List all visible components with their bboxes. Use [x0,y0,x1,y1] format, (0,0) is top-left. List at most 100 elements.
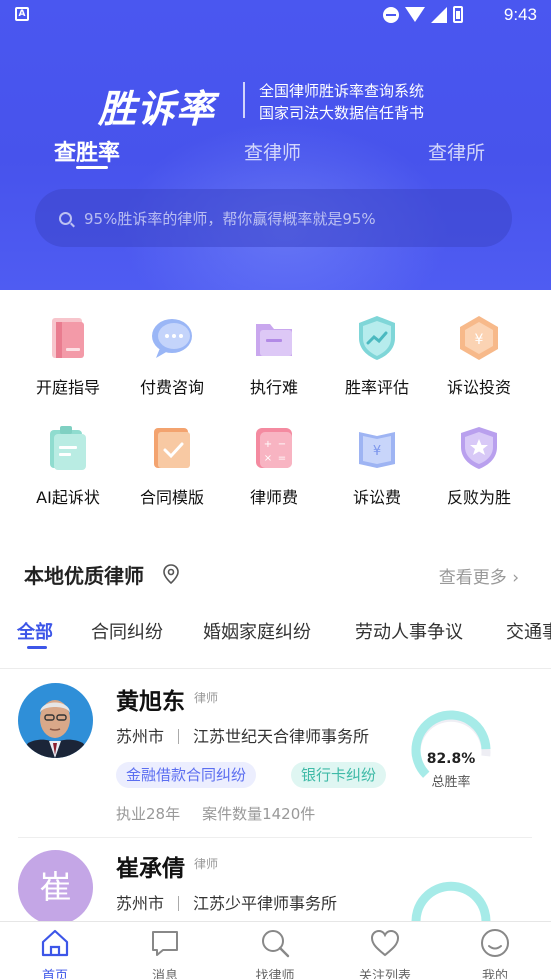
lawyer-years: 执业28年 [116,805,181,823]
bottom-navigation: 首页 消息 找律师 关注列表 我的 [0,921,551,979]
feature-label: 合同模版 [139,488,204,507]
location-icon[interactable] [162,564,180,585]
document-book-icon [42,312,94,364]
brand-tagline: 全国律师胜诉率查询系统 国家司法大数据信任背书 [259,80,424,124]
profile-icon [479,927,511,959]
feature-litigation-invest[interactable]: ¥ 诉讼投资 [424,312,534,398]
active-tab-indicator [76,166,108,169]
win-rate-caption: 总胜率 [431,775,471,790]
lawyer-firm: 江苏少平律师事务所 [193,894,338,913]
feature-litigation-fee[interactable]: ¥ 诉讼费 [322,422,432,508]
win-rate-gauge: 82.8% 总胜率 [406,705,496,795]
nav-label: 关注列表 [358,969,411,979]
tagline-line-1: 全国律师胜诉率查询系统 [259,82,425,100]
tab-win-rate[interactable]: 查胜率 [54,135,120,167]
category-contract[interactable]: 合同纠纷 [91,618,163,644]
svg-text:¥: ¥ [475,332,484,348]
battery-icon [453,6,463,23]
feature-label: 执行难 [249,378,298,397]
svg-text:×: × [264,453,272,464]
separator [178,896,180,911]
cell-signal-icon [431,6,447,23]
svg-text:¥: ¥ [373,444,381,459]
search-placeholder: 95%胜诉率的律师，帮你赢得概率就是95% [84,209,376,228]
hero-header: A 9:43 胜诉率 全国律师胜诉率查询系统 国家司法大数据信任背书 查胜率 查… [0,0,551,290]
category-labor[interactable]: 劳动人事争议 [355,618,463,644]
chevron-right-icon: › [506,568,519,588]
svg-text:=: = [278,453,286,464]
search-input[interactable]: 95%胜诉率的律师，帮你赢得概率就是95% [35,189,512,247]
lawyer-role: 律师 [194,857,219,871]
view-more-link[interactable]: 查看更多 › [439,563,519,588]
nav-profile[interactable]: 我的 [440,922,550,979]
brand-logo: 胜诉率 [98,87,216,131]
lawyer-name: 黄旭东 [116,689,185,715]
heart-icon [369,927,401,959]
gauge-track [411,881,491,926]
lawyer-firm: 江苏世纪天合律师事务所 [193,727,370,746]
calculator-icon: + − × = [248,422,300,474]
category-tabs: 全部 合同纠纷 婚姻家庭纠纷 劳动人事争议 交通事 [0,618,551,648]
lawyer-city: 苏州市 [116,894,165,913]
search-icon [59,211,72,225]
nav-follow-list[interactable]: 关注列表 [330,922,440,979]
svg-text:−: − [278,439,286,450]
do-not-disturb-icon [383,6,399,23]
lawyer-firm-line: 苏州市 江苏少平律师事务所 [116,890,337,914]
wifi-icon [405,7,425,22]
yuan-book-icon: ¥ [351,422,403,474]
feature-label: 胜率评估 [344,378,409,397]
feature-lawyer-fee[interactable]: + − × = 律师费 [219,422,329,508]
nav-label: 消息 [151,969,178,979]
status-bar: A 9:43 [0,0,551,30]
lawyer-card[interactable]: 黄旭东 律师 苏州市 江苏世纪天合律师事务所 金融借款合同纠纷 银行卡纠纷 执业2… [0,669,551,829]
search-icon [259,927,291,959]
feature-enforcement[interactable]: 执行难 [219,312,329,398]
avatar: 崔 [18,850,93,925]
specialty-tag: 金融借款合同纠纷 [116,762,257,788]
tab-law-firm[interactable]: 查律所 [428,138,485,165]
nav-home[interactable]: 首页 [0,922,110,979]
lawyer-cases: 案件数量1420件 [202,805,316,823]
clipboard-icon [42,422,94,474]
feature-win-rate-eval[interactable]: 胜率评估 [322,312,432,398]
specialty-tag: 银行卡纠纷 [291,762,387,788]
feature-contract-template[interactable]: 合同模版 [117,422,227,508]
feature-label: 诉讼费 [352,488,401,507]
svg-text:+: + [264,439,272,450]
view-more-label: 查看更多 [438,568,507,588]
lawyer-stats: 执业28年 案件数量1420件 [116,803,315,824]
lawyer-name: 崔承倩 [116,856,185,882]
feature-trial-guide[interactable]: 开庭指导 [13,312,123,398]
feature-ai-complaint[interactable]: AI起诉状 [13,422,123,508]
app-screen: A 9:43 胜诉率 全国律师胜诉率查询系统 国家司法大数据信任背书 查胜率 查… [0,0,551,979]
chat-bubble-icon [146,312,198,364]
status-icons [383,6,463,23]
avatar [18,683,93,758]
app-notification-icon: A [15,7,29,21]
feature-label: 反败为胜 [446,488,511,507]
star-shield-icon [453,422,505,474]
folder-icon [248,312,300,364]
feature-turn-around[interactable]: 反败为胜 [424,422,534,508]
nav-label: 首页 [41,969,68,979]
feature-label: 付费咨询 [139,378,204,397]
lawyer-role: 律师 [194,691,219,705]
message-icon [149,927,181,959]
nav-label: 找律师 [255,969,295,979]
lawyer-city: 苏州市 [116,727,165,746]
separator [178,729,180,744]
tab-lawyer[interactable]: 查律师 [244,138,301,165]
category-traffic[interactable]: 交通事 [506,618,551,644]
category-all[interactable]: 全部 [17,618,53,644]
feature-paid-consult[interactable]: 付费咨询 [117,312,227,398]
shield-chart-icon [351,312,403,364]
nav-label: 我的 [481,969,508,979]
lawyer-firm-line: 苏州市 江苏世纪天合律师事务所 [116,723,369,747]
nav-messages[interactable]: 消息 [110,922,220,979]
home-icon [39,927,71,959]
status-time: 9:43 [503,5,537,24]
category-marriage-family[interactable]: 婚姻家庭纠纷 [203,618,311,644]
nav-find-lawyer[interactable]: 找律师 [220,922,330,979]
tagline-line-2: 国家司法大数据信任背书 [259,104,425,122]
